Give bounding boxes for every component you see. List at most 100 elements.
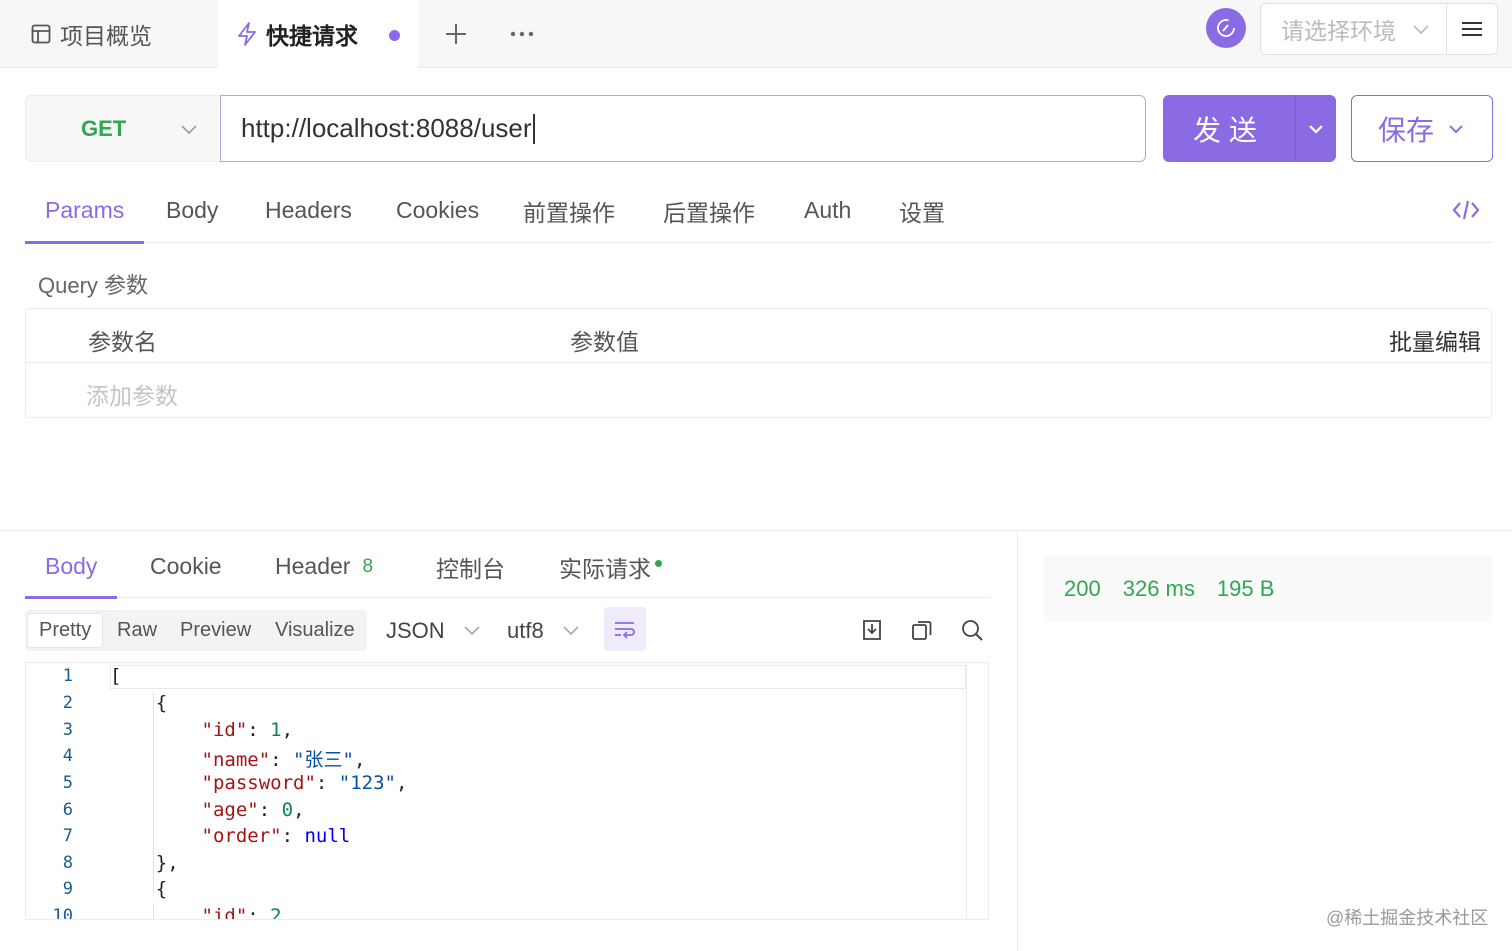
editor-scrollbar[interactable] [966,663,988,919]
response-time: 326 ms [1122,576,1195,601]
chevron-down-icon [1413,25,1429,35]
code-line: }, [110,852,179,874]
tab-settings[interactable]: 设置 [899,178,945,243]
view-preview[interactable]: Preview [180,613,251,648]
code-line: "id": 2 [201,905,282,920]
chevron-down-icon [563,626,579,636]
method-select[interactable]: GET [25,95,221,162]
chevron-down-icon [1449,124,1463,133]
line-number: 10 [52,906,73,920]
method-value: GET [81,115,127,141]
resp-tab-header[interactable]: Header 8 [275,535,373,598]
chevron-down-icon [464,626,480,636]
more-tabs-button[interactable] [506,16,538,52]
resp-tab-cookie[interactable]: Cookie [150,535,222,598]
code-line: "id": 1, [201,719,294,741]
line-number: 5 [62,773,73,793]
params-table: 参数名 参数值 批量编辑 添加参数 [25,308,1492,418]
response-status: 200 326 ms 195 B [1064,576,1274,602]
view-pretty[interactable]: Pretty [27,613,104,648]
header-count-badge: 8 [362,555,374,577]
view-mode-segmented: Pretty Raw Preview Visualize [25,610,367,651]
sync-icon [1217,19,1235,37]
line-number: 1 [62,666,73,686]
tab-cookies[interactable]: Cookies [396,178,479,243]
add-tab-button[interactable] [440,16,472,52]
tab-params[interactable]: Params [25,178,145,244]
line-number: 9 [62,879,73,899]
format-select[interactable]: JSON [386,614,481,648]
word-wrap-toggle[interactable] [604,607,646,651]
lightning-icon [236,22,258,46]
wrap-icon [615,622,635,639]
response-tabs: Body Cookie Header 8 控制台 实际请求 [25,535,990,599]
query-params-heading: Query 参数 [38,273,149,298]
top-tab-bar: 项目概览 快捷请求 请选择环境 [0,0,1512,69]
url-input[interactable]: http://localhost:8088/user [220,95,1146,162]
column-param-value: 参数值 [570,329,639,355]
line-number: 6 [62,800,73,820]
encoding-value: utf8 [507,618,544,643]
resp-tab-actual-label: 实际请求 [559,555,651,582]
tab-quick-request[interactable]: 快捷请求 [218,0,418,69]
code-line: [ [110,665,122,687]
tab-quick-request-label: 快捷请求 [266,23,358,49]
line-number: 4 [62,746,73,766]
download-icon[interactable] [860,618,884,642]
line-number: 8 [62,853,73,873]
tab-body[interactable]: Body [166,178,218,243]
tab-pre-operations[interactable]: 前置操作 [523,178,615,243]
view-raw[interactable]: Raw [117,613,157,648]
format-value: JSON [386,618,445,643]
send-button[interactable]: 发送 [1163,95,1295,162]
column-param-name: 参数名 [88,329,157,355]
line-number: 2 [62,693,73,713]
status-dot [655,560,662,567]
bulk-edit-button[interactable]: 批量编辑 [1389,323,1481,357]
url-value: http://localhost:8088/user [241,113,532,143]
resp-tab-body[interactable]: Body [25,535,118,599]
search-icon[interactable] [960,618,984,642]
hamburger-icon [1462,22,1482,36]
ellipsis-icon [510,31,534,37]
params-table-header: 参数名 参数值 批量编辑 [26,309,1491,363]
save-button[interactable]: 保存 [1351,95,1493,162]
chevron-down-icon [181,125,197,135]
code-icon[interactable] [1452,198,1480,222]
tab-headers[interactable]: Headers [265,178,352,243]
view-visualize[interactable]: Visualize [275,613,355,648]
line-number: 7 [62,826,73,846]
tab-auth[interactable]: Auth [804,178,851,243]
line-number-gutter: 1 2 3 4 5 6 7 8 9 10 [26,663,108,919]
encoding-select[interactable]: utf8 [507,614,580,648]
tab-project-overview[interactable]: 项目概览 [0,0,216,68]
code-line: "password": "123", [201,772,408,794]
text-caret [532,113,535,144]
menu-button[interactable] [1446,3,1498,55]
code-line: { [110,878,168,900]
code-line: "name": "张三", [201,749,366,771]
response-size: 195 B [1216,576,1275,601]
status-code: 200 [1064,576,1101,601]
environment-select[interactable]: 请选择环境 [1260,3,1446,55]
unsaved-dot [389,30,400,41]
send-options-button[interactable] [1295,95,1336,162]
sync-button[interactable] [1206,8,1246,48]
response-body-editor[interactable]: 1 2 3 4 5 6 7 8 9 10 [ { "id": 1, "name"… [25,662,989,920]
plus-icon [446,24,466,44]
copy-icon[interactable] [910,618,934,642]
resp-tab-actual-request[interactable]: 实际请求 [559,535,662,598]
resp-tab-header-label: Header [275,553,351,579]
request-tabs: Params Body Headers Cookies 前置操作 后置操作 Au… [25,178,1492,244]
response-divider [0,530,1512,531]
response-vertical-divider [1017,531,1018,951]
chevron-down-icon [1309,124,1323,134]
resp-tab-console[interactable]: 控制台 [436,535,505,598]
code-line: "order": null [201,825,351,847]
watermark-text: @稀土掘金技术社区 [1326,908,1489,928]
layout-icon [30,23,52,45]
line-number: 3 [62,720,73,740]
tab-post-operations[interactable]: 后置操作 [663,178,755,243]
code-content: [ { "id": 1, "name": "张三", "password": "… [110,663,966,919]
add-param-input[interactable]: 添加参数 [86,377,178,411]
